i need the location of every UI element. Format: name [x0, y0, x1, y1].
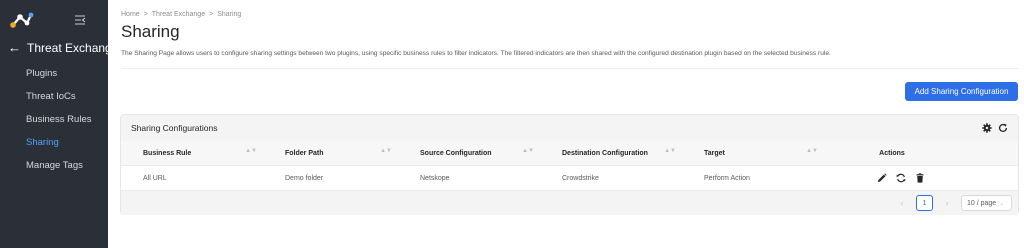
cell-source: Netskope — [420, 174, 450, 182]
sort-icon[interactable]: ▲▼ — [522, 148, 534, 154]
sharing-configurations-panel: Sharing Configurations Business Rule ▲▼ … — [120, 114, 1019, 215]
reload-icon[interactable] — [998, 123, 1008, 133]
sidebar-item-manage-tags[interactable]: Manage Tags — [0, 156, 108, 179]
column-label: Source Configuration — [420, 149, 492, 157]
sort-icon[interactable]: ▲▼ — [245, 148, 257, 154]
breadcrumb-home[interactable]: Home — [121, 11, 140, 18]
main-content: Home > Threat Exchange > Sharing Sharing… — [108, 0, 1024, 248]
app-root: ← Threat Exchange Plugins Threat IoCs Bu… — [0, 0, 1024, 248]
sort-icon[interactable]: ▲▼ — [664, 148, 676, 154]
pagination: ‹ 1 › 10 / page ⌄ — [121, 191, 1018, 215]
column-label: Business Rule — [143, 149, 192, 157]
cell-actions — [824, 166, 1018, 190]
next-page-icon[interactable]: › — [941, 198, 953, 208]
sidebar-item-sharing[interactable]: Sharing — [0, 133, 108, 156]
sidebar-nav: Plugins Threat IoCs Business Rules Shari… — [0, 64, 108, 179]
panel-header: Sharing Configurations — [121, 115, 1018, 141]
page-description: The Sharing Page allows users to configu… — [121, 50, 831, 57]
prev-page-icon[interactable]: ‹ — [896, 198, 908, 208]
menu-fold-icon[interactable] — [74, 14, 86, 26]
back-to-threat-exchange[interactable]: ← Threat Exchange — [8, 40, 119, 56]
edit-icon[interactable] — [877, 173, 887, 183]
divider — [121, 68, 1018, 69]
cell-folder-path: Demo folder — [285, 174, 324, 182]
breadcrumb: Home > Threat Exchange > Sharing — [121, 11, 241, 18]
column-header-source-configuration[interactable]: Source Configuration ▲▼ — [398, 141, 540, 165]
page-title: Sharing — [121, 22, 180, 41]
column-label: Actions — [879, 149, 905, 157]
sort-icon[interactable]: ▲▼ — [380, 148, 392, 154]
panel-title: Sharing Configurations — [131, 123, 218, 133]
sidebar: ← Threat Exchange Plugins Threat IoCs Bu… — [0, 0, 118, 248]
column-header-folder-path[interactable]: Folder Path ▲▼ — [263, 141, 398, 165]
sort-icon[interactable]: ▲▼ — [806, 148, 818, 154]
section-title: Threat Exchange — [27, 41, 119, 55]
breadcrumb-threat-exchange[interactable]: Threat Exchange — [152, 11, 205, 18]
breadcrumb-separator: > — [143, 11, 148, 18]
page-number-button[interactable]: 1 — [916, 195, 933, 211]
sync-icon[interactable] — [896, 173, 906, 183]
page-size-value: 10 / page — [967, 199, 997, 207]
column-header-target[interactable]: Target ▲▼ — [682, 141, 824, 165]
cell-business-rule: All URL — [143, 174, 167, 182]
column-label: Folder Path — [285, 149, 324, 157]
column-header-destination-configuration[interactable]: Destination Configuration ▲▼ — [540, 141, 682, 165]
netskope-logo[interactable] — [10, 12, 34, 28]
cell-target: Perform Action — [704, 174, 750, 182]
arrow-left-icon: ← — [8, 40, 21, 55]
column-header-actions: Actions — [824, 141, 1018, 165]
cell-destination: Crowdstrike — [562, 174, 599, 182]
panel-actions — [982, 123, 1008, 133]
column-label: Destination Configuration — [562, 149, 648, 157]
table-row: All URL Demo folder Netskope Crowdstrike… — [121, 166, 1018, 191]
chevron-down-icon: ⌄ — [999, 200, 1005, 207]
delete-icon[interactable] — [915, 173, 925, 183]
sidebar-item-plugins[interactable]: Plugins — [0, 64, 108, 87]
row-actions — [859, 173, 925, 183]
add-sharing-configuration-button[interactable]: Add Sharing Configuration — [905, 82, 1018, 101]
table-header: Business Rule ▲▼ Folder Path ▲▼ Source C… — [121, 141, 1018, 166]
column-header-business-rule[interactable]: Business Rule ▲▼ — [121, 141, 263, 165]
sharing-table: Business Rule ▲▼ Folder Path ▲▼ Source C… — [121, 141, 1018, 191]
page-size-select[interactable]: 10 / page ⌄ — [961, 195, 1012, 211]
sidebar-item-threat-iocs[interactable]: Threat IoCs — [0, 87, 108, 110]
sidebar-item-business-rules[interactable]: Business Rules — [0, 110, 108, 133]
column-label: Target — [704, 149, 725, 157]
gear-icon[interactable] — [982, 123, 992, 133]
breadcrumb-separator: > — [209, 11, 214, 18]
breadcrumb-sharing: Sharing — [217, 11, 242, 18]
